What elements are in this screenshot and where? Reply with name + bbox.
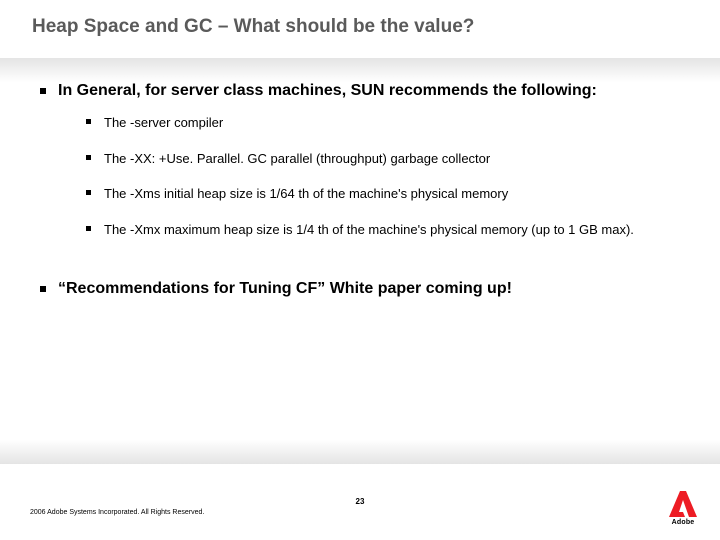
bullet-text: In General, for server class machines, S… — [58, 82, 597, 99]
sub-bullet-list: The -server compiler The -XX: +Use. Para… — [58, 114, 684, 238]
sub-bullet-item: The -server compiler — [86, 114, 684, 132]
slide: Heap Space and GC – What should be the v… — [0, 0, 720, 540]
bullet-list: In General, for server class machines, S… — [40, 82, 684, 298]
sub-bullet-item: The -XX: +Use. Parallel. GC parallel (th… — [86, 150, 684, 168]
bullet-text: “Recommendations for Tuning CF” White pa… — [58, 280, 512, 297]
adobe-logo: Adobe — [668, 491, 698, 526]
sub-bullet-item: The -Xmx maximum heap size is 1/4 th of … — [86, 221, 684, 239]
page-number: 23 — [356, 497, 365, 506]
sub-bullet-text: The -server compiler — [104, 115, 223, 130]
bullet-item: “Recommendations for Tuning CF” White pa… — [40, 280, 684, 298]
content-area: In General, for server class machines, S… — [40, 82, 684, 312]
footer: 2006 Adobe Systems Incorporated. All Rig… — [0, 482, 720, 540]
bullet-item: In General, for server class machines, S… — [40, 82, 684, 238]
sub-bullet-text: The -Xms initial heap size is 1/64 th of… — [104, 186, 508, 201]
sub-bullet-item: The -Xms initial heap size is 1/64 th of… — [86, 185, 684, 203]
adobe-logo-icon — [669, 491, 697, 517]
adobe-logo-text: Adobe — [668, 519, 698, 526]
sub-bullet-text: The -Xmx maximum heap size is 1/4 th of … — [104, 222, 634, 237]
sub-bullet-text: The -XX: +Use. Parallel. GC parallel (th… — [104, 151, 490, 166]
slide-title: Heap Space and GC – What should be the v… — [32, 16, 474, 38]
copyright-text: 2006 Adobe Systems Incorporated. All Rig… — [30, 509, 204, 516]
